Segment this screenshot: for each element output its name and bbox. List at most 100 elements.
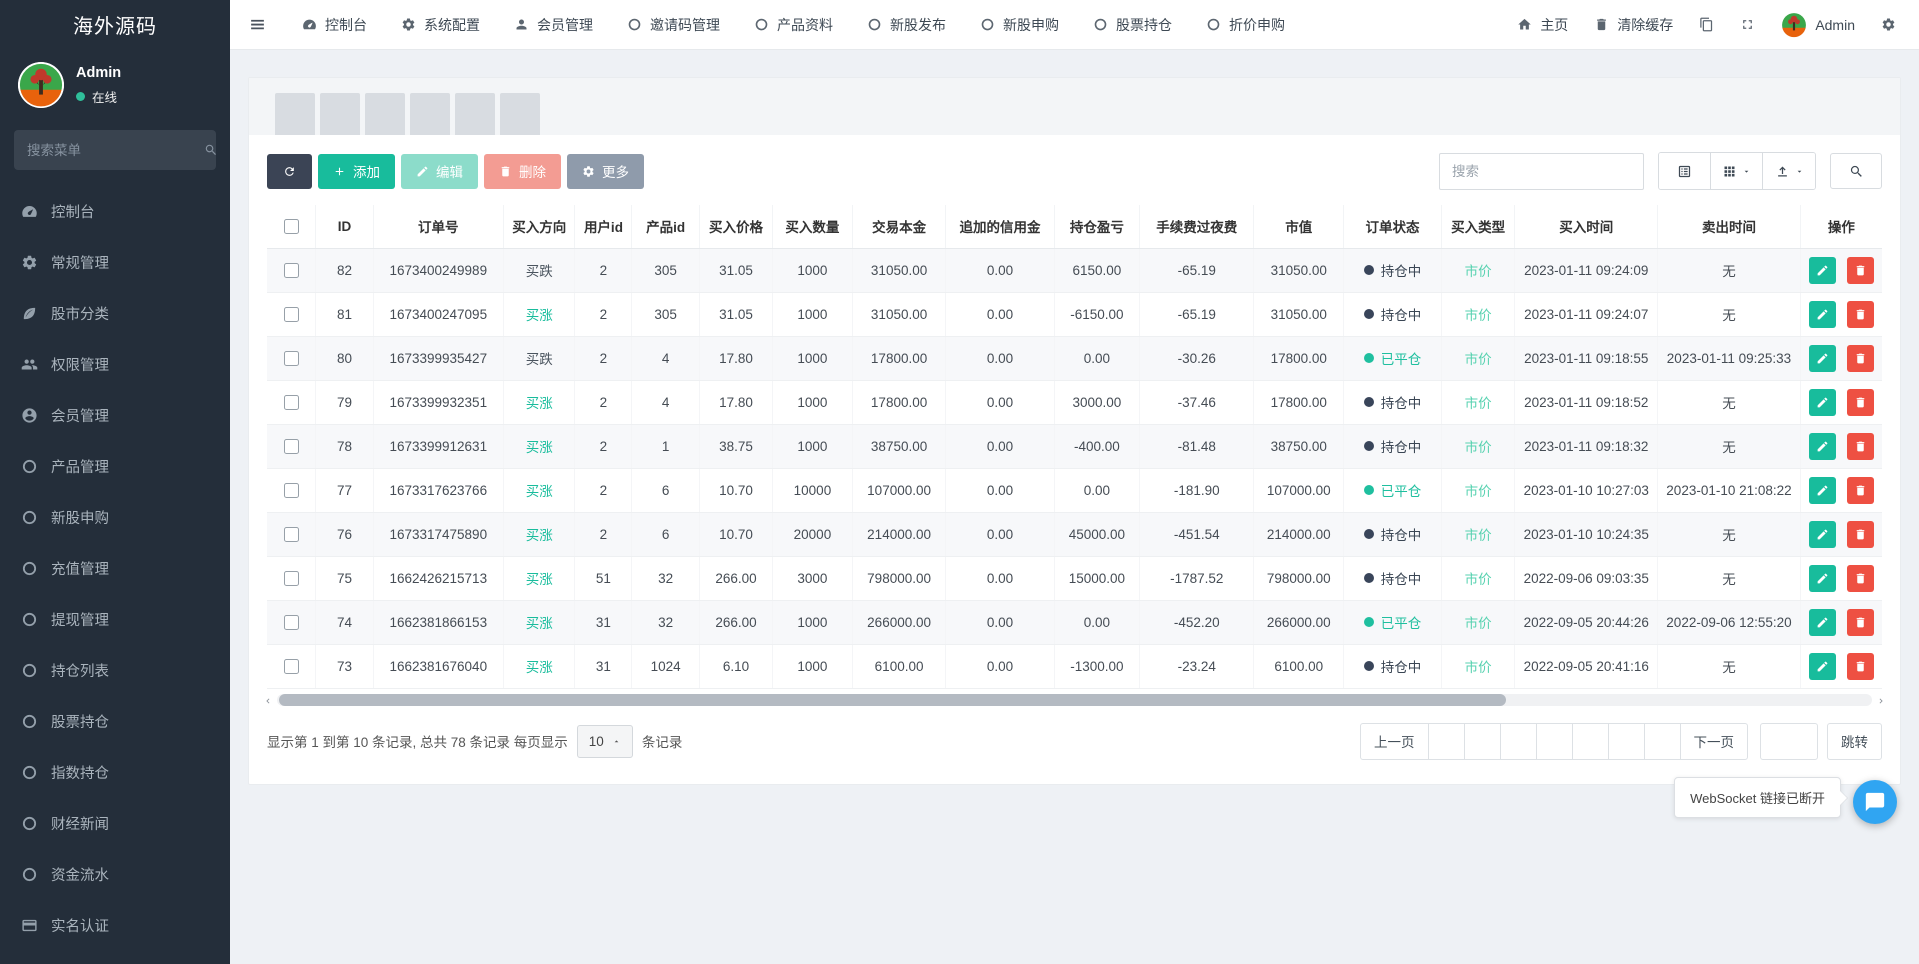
home-button[interactable]: 主页 [1504, 0, 1581, 50]
row-delete-button[interactable] [1847, 345, 1874, 372]
page-number-button[interactable] [1428, 723, 1465, 760]
status-tab[interactable] [500, 93, 540, 135]
sidebar-item[interactable]: 充值管理 [0, 543, 230, 594]
scroll-right-icon[interactable] [1876, 694, 1886, 706]
edit-button[interactable]: 编辑 [401, 154, 478, 189]
row-checkbox[interactable] [284, 659, 299, 674]
row-edit-button[interactable] [1809, 389, 1836, 416]
more-button[interactable]: 更多 [567, 154, 644, 189]
row-delete-button[interactable] [1847, 257, 1874, 284]
sidebar-item[interactable]: 提现管理 [0, 594, 230, 645]
topnav-item[interactable]: 新股申购 [963, 0, 1076, 50]
row-checkbox[interactable] [284, 571, 299, 586]
sidebar-search-input[interactable] [27, 143, 204, 158]
sidebar-item[interactable]: 持仓列表 [0, 645, 230, 696]
sidebar-item[interactable]: 实名认证 [0, 900, 230, 951]
sidebar-item[interactable]: 股市分类 [0, 288, 230, 339]
row-edit-button[interactable] [1809, 433, 1836, 460]
user-menu[interactable]: Admin [1768, 0, 1868, 50]
detail-view-button[interactable] [1659, 153, 1711, 189]
row-edit-button[interactable] [1809, 477, 1836, 504]
status-tab[interactable] [365, 93, 405, 135]
row-delete-button[interactable] [1847, 521, 1874, 548]
page-number-button[interactable] [1644, 723, 1681, 760]
row-delete-button[interactable] [1847, 477, 1874, 504]
topnav-item[interactable]: 控制台 [285, 0, 384, 50]
language-button[interactable] [1686, 0, 1727, 50]
topnav-item[interactable]: 产品资料 [737, 0, 850, 50]
row-edit-button[interactable] [1809, 345, 1836, 372]
row-checkbox[interactable] [284, 307, 299, 322]
scrollbar-thumb[interactable] [279, 694, 1506, 706]
topnav-item[interactable]: 系统配置 [384, 0, 497, 50]
clear-cache-button[interactable]: 清除缓存 [1581, 0, 1686, 50]
row-delete-button[interactable] [1847, 609, 1874, 636]
jump-page-input[interactable] [1760, 723, 1818, 760]
row-checkbox[interactable] [284, 263, 299, 278]
topnav-item[interactable]: 新股发布 [850, 0, 963, 50]
scroll-left-icon[interactable] [263, 694, 273, 706]
table-search[interactable] [1439, 153, 1644, 190]
page-number-button[interactable] [1464, 723, 1501, 760]
topnav-item[interactable]: 折价申购 [1189, 0, 1302, 50]
row-edit-button[interactable] [1809, 257, 1836, 284]
table-search-input[interactable] [1452, 164, 1631, 179]
status-tab[interactable] [275, 93, 315, 135]
status-tab[interactable] [410, 93, 450, 135]
page-number-button[interactable] [1536, 723, 1573, 760]
refresh-button[interactable] [267, 154, 312, 189]
next-page-button[interactable]: 下一页 [1680, 723, 1749, 760]
row-checkbox[interactable] [284, 351, 299, 366]
row-delete-button[interactable] [1847, 565, 1874, 592]
sidebar-item[interactable]: 折价申购 [0, 951, 230, 964]
sidebar-item[interactable]: 控制台 [0, 186, 230, 237]
select-all-checkbox[interactable] [284, 219, 299, 234]
row-edit-button[interactable] [1809, 301, 1836, 328]
page-number-button[interactable] [1608, 723, 1645, 760]
row-checkbox[interactable] [284, 483, 299, 498]
row-delete-button[interactable] [1847, 433, 1874, 460]
export-button[interactable] [1763, 153, 1815, 189]
sidebar-item[interactable]: 资金流水 [0, 849, 230, 900]
columns-button[interactable] [1711, 153, 1763, 189]
sidebar-item[interactable]: 新股申购 [0, 492, 230, 543]
prev-page-button[interactable]: 上一页 [1360, 723, 1429, 760]
topnav-item[interactable]: 会员管理 [497, 0, 610, 50]
row-delete-button[interactable] [1847, 389, 1874, 416]
sidebar-item[interactable]: 股票持仓 [0, 696, 230, 747]
sidebar-item[interactable]: 会员管理 [0, 390, 230, 441]
delete-button[interactable]: 删除 [484, 154, 561, 189]
row-delete-button[interactable] [1847, 301, 1874, 328]
page-size-select[interactable]: 10 [577, 725, 633, 758]
sidebar-item[interactable]: 产品管理 [0, 441, 230, 492]
row-checkbox[interactable] [284, 527, 299, 542]
sidebar-search[interactable] [14, 130, 216, 170]
sidebar-item[interactable]: 指数持仓 [0, 747, 230, 798]
page-number-button[interactable] [1572, 723, 1609, 760]
cell-fee: -65.19 [1140, 248, 1254, 292]
table-header-row: ID 订单号 买入方向 用户id 产品id 买入价格 买入数量 交易本金 追加的… [267, 205, 1882, 248]
sidebar-toggle-button[interactable] [230, 0, 285, 50]
add-button[interactable]: 添加 [318, 154, 395, 189]
row-edit-button[interactable] [1809, 521, 1836, 548]
sidebar-item[interactable]: 权限管理 [0, 339, 230, 390]
topnav-item[interactable]: 股票持仓 [1076, 0, 1189, 50]
status-tab[interactable] [455, 93, 495, 135]
status-tab[interactable] [320, 93, 360, 135]
chat-button[interactable] [1853, 780, 1897, 824]
sidebar-item[interactable]: 财经新闻 [0, 798, 230, 849]
row-edit-button[interactable] [1809, 653, 1836, 680]
page-number-button[interactable] [1500, 723, 1537, 760]
row-delete-button[interactable] [1847, 653, 1874, 680]
sidebar-item[interactable]: 常规管理 [0, 237, 230, 288]
jump-button[interactable]: 跳转 [1827, 723, 1882, 760]
row-checkbox[interactable] [284, 395, 299, 410]
row-edit-button[interactable] [1809, 565, 1836, 592]
settings-button[interactable] [1868, 0, 1909, 50]
advanced-search-button[interactable] [1830, 153, 1882, 189]
topnav-item[interactable]: 邀请码管理 [610, 0, 737, 50]
row-checkbox[interactable] [284, 439, 299, 454]
fullscreen-button[interactable] [1727, 0, 1768, 50]
row-checkbox[interactable] [284, 615, 299, 630]
row-edit-button[interactable] [1809, 609, 1836, 636]
